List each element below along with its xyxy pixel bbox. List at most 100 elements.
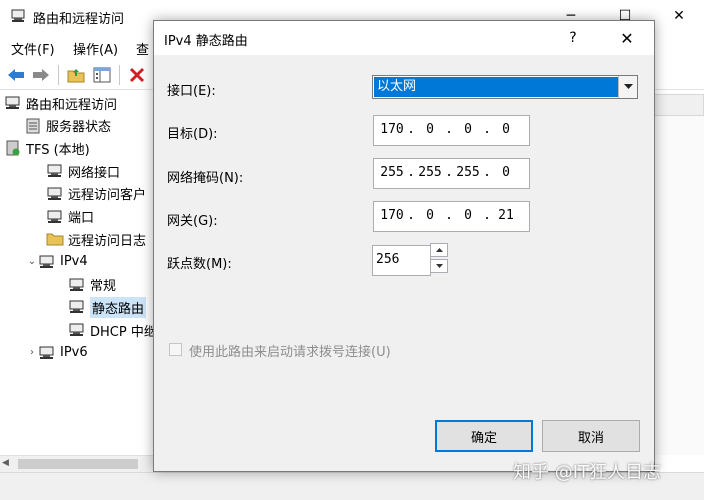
up-folder-icon[interactable] [64,63,88,87]
gateway-ip-field[interactable]: 170 . 0 . 0 . 21 [373,201,530,232]
ip-dot: . [445,122,453,137]
destination-ip-field[interactable]: 170 . 0 . 0 . 0 [373,115,530,146]
tree-item[interactable]: 端口 [46,206,94,228]
tree-item[interactable]: DHCP 中继 [68,319,157,341]
tree-item-label: 常规 [90,279,117,295]
ip-octet[interactable]: 0 [415,208,445,223]
ok-button[interactable]: 确定 [435,420,533,452]
chevron-down-icon[interactable] [618,76,637,98]
general-icon [69,278,84,291]
tree-item[interactable]: 常规 [68,274,116,296]
watermark: 知乎 @IT狂人日志 [513,462,662,483]
tree-item[interactable]: ⌄ IPv4 [26,251,88,273]
tree-item-label: 路由和远程访问 [26,97,118,113]
ip-octet[interactable]: 21 [491,208,521,223]
menu-action[interactable]: 操作(A) [73,39,118,58]
navigation-tree: 路由和远程访问服务器状态⌄TFS (本地)网络接口远程访问客户端口远程访问日志⌄… [0,92,160,455]
cancel-button[interactable]: 取消 [542,420,640,452]
tree-item-label: DHCP 中继 [90,324,157,340]
tree-item[interactable]: ⌄TFS (本地) [0,137,90,159]
tree-item[interactable]: 静态路由 [68,296,147,318]
ip-dot: . [445,208,453,223]
window-title: 路由和远程访问 [33,12,125,27]
dialog-title-bar: IPv4 静态路由 ? ✕ [154,21,654,55]
metric-label: 跃点数(M): [167,257,232,272]
ip-dot: . [483,122,491,137]
routing-icon [5,96,20,109]
ip-octet[interactable]: 0 [491,122,521,137]
scroll-left-icon[interactable]: ◀ [2,458,14,470]
dialog-close-button[interactable]: ✕ [609,25,645,51]
routing-app-icon [11,9,25,22]
tree-item[interactable]: 路由和远程访问 [4,92,117,114]
metric-field[interactable]: 256 [372,243,448,276]
folder-icon [46,233,64,246]
tree-item-label: 服务器状态 [46,120,112,136]
demand-dial-checkbox[interactable] [169,343,182,356]
menu-view[interactable]: 查 [136,39,149,58]
demand-dial-label: 使用此路由来启动请求拨号连接(U) [189,345,391,360]
details-pane [654,116,704,455]
ip-octet[interactable]: 170 [377,208,407,223]
ip-dot: . [483,208,491,223]
menu-file[interactable]: 文件(F) [11,39,55,58]
tree-item-label: 静态路由 [90,296,147,318]
static-route-dialog: IPv4 静态路由 ? ✕ 接口(E): 以太网 目标(D): 170 . 0 … [153,20,655,472]
expand-toggle-icon[interactable]: › [26,347,38,358]
server-status-icon [26,118,40,134]
metric-up-button[interactable] [430,243,448,257]
ip-octet[interactable]: 0 [453,122,483,137]
ip-octet[interactable]: 255 [453,165,483,180]
port-icon [47,210,62,223]
horizontal-scrollbar[interactable]: ◀ [0,455,160,472]
tree-item[interactable]: 服务器状态 [24,115,111,137]
ip-dot: . [407,165,415,180]
netmask-field[interactable]: 255 . 255 . 255 . 0 [373,158,530,189]
tree-item[interactable]: › IPv6 [26,342,88,364]
tree-item[interactable]: 远程访问客户 [46,183,146,205]
tree-item-label: TFS (本地) [26,142,90,158]
dhcp-relay-icon [69,323,84,336]
metric-down-button[interactable] [430,259,448,273]
ip-octet[interactable]: 0 [453,208,483,223]
metric-value[interactable]: 256 [376,252,399,267]
tree-item-label: IPv4 [60,254,88,270]
show-hide-tree-icon[interactable] [90,63,114,87]
tree-item-label: 端口 [68,211,95,226]
scroll-thumb[interactable] [18,459,138,469]
interface-select[interactable]: 以太网 [372,75,638,99]
ip-octet[interactable]: 0 [415,122,445,137]
delete-icon[interactable] [125,63,149,87]
ip-octet[interactable]: 255 [377,165,407,180]
ip-dot: . [445,165,453,180]
ip-octet[interactable]: 0 [491,165,521,180]
tree-item[interactable]: 网络接口 [46,160,120,182]
forward-icon[interactable] [29,63,53,87]
expand-toggle-icon[interactable]: ⌄ [26,256,38,267]
tree-item-label: 远程访问客户 [68,188,147,204]
interface-label: 接口(E): [167,84,216,99]
tree-item-label: 网络接口 [68,165,121,181]
back-icon[interactable] [4,63,28,87]
network-interface-icon [47,164,62,178]
ip-dot: . [407,122,415,137]
ip-dot: . [407,208,415,223]
help-button[interactable]: ? [558,25,588,51]
tree-item-label: 远程访问日志 [68,233,147,249]
ip-octet[interactable]: 255 [415,165,445,180]
remote-client-icon [47,187,62,200]
netmask-label: 网络掩码(N): [167,171,244,186]
gateway-label: 网关(G): [167,214,218,229]
ip-octet[interactable]: 170 [377,122,407,137]
details-header [654,94,704,116]
interface-value: 以太网 [374,77,618,97]
window-close-button[interactable]: ✕ [656,0,702,32]
toolbar-divider [119,65,120,85]
ip-dot: . [483,165,491,180]
tree-item[interactable]: 远程访问日志 [46,228,146,250]
server-icon [6,140,20,156]
toolbar-divider [58,65,59,85]
destination-label: 目标(D): [167,127,218,142]
dialog-title: IPv4 静态路由 [164,34,248,49]
ipv6-icon [39,346,54,359]
